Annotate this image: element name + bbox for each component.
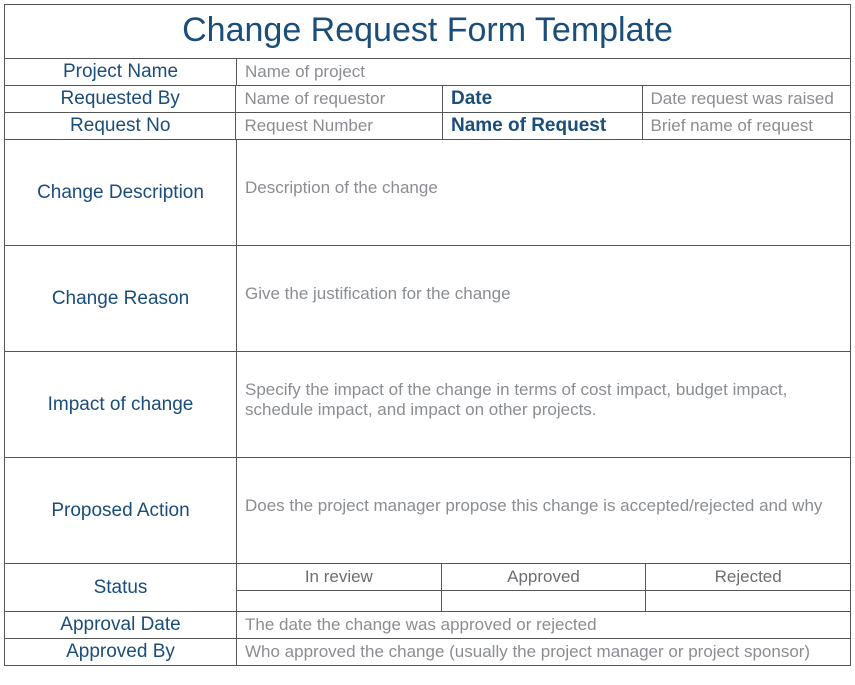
row-change-description: Change Description Description of the ch… bbox=[5, 140, 850, 246]
label-project-name: Project Name bbox=[5, 59, 237, 85]
label-request-no: Request No bbox=[5, 113, 236, 139]
status-option-rejected: Rejected bbox=[646, 564, 850, 590]
row-requested-by: Requested By Name of requestor Date Date… bbox=[5, 86, 850, 113]
row-request-no: Request No Request Number Name of Reques… bbox=[5, 113, 850, 140]
row-approved-by: Approved By Who approved the change (usu… bbox=[5, 639, 850, 665]
row-proposed-action: Proposed Action Does the project manager… bbox=[5, 458, 850, 564]
status-cell-in-review[interactable] bbox=[237, 591, 442, 611]
label-date: Date bbox=[443, 86, 643, 112]
value-date[interactable]: Date request was raised bbox=[643, 86, 851, 112]
label-impact: Impact of change bbox=[5, 352, 237, 457]
value-proposed-action[interactable]: Does the project manager propose this ch… bbox=[237, 458, 850, 563]
status-cell-approved[interactable] bbox=[442, 591, 647, 611]
label-change-reason: Change Reason bbox=[5, 246, 237, 351]
change-request-form: Change Request Form Template Project Nam… bbox=[4, 4, 851, 666]
label-change-description: Change Description bbox=[5, 140, 237, 245]
value-request-no[interactable]: Request Number bbox=[236, 113, 443, 139]
value-approval-date[interactable]: The date the change was approved or reje… bbox=[237, 612, 850, 638]
label-approval-date: Approval Date bbox=[5, 612, 237, 638]
value-project-name[interactable]: Name of project bbox=[237, 59, 850, 85]
label-requested-by: Requested By bbox=[5, 86, 236, 112]
value-impact[interactable]: Specify the impact of the change in term… bbox=[237, 352, 850, 457]
value-requested-by[interactable]: Name of requestor bbox=[236, 86, 443, 112]
status-cell-rejected[interactable] bbox=[646, 591, 850, 611]
status-option-in-review: In review bbox=[237, 564, 442, 590]
label-status: Status bbox=[5, 564, 237, 611]
value-approved-by[interactable]: Who approved the change (usually the pro… bbox=[237, 639, 850, 665]
label-approved-by: Approved By bbox=[5, 639, 237, 665]
form-title: Change Request Form Template bbox=[5, 5, 850, 59]
value-name-of-request[interactable]: Brief name of request bbox=[643, 113, 851, 139]
label-name-of-request: Name of Request bbox=[443, 113, 643, 139]
value-change-description[interactable]: Description of the change bbox=[237, 140, 850, 245]
value-change-reason[interactable]: Give the justification for the change bbox=[237, 246, 850, 351]
row-impact: Impact of change Specify the impact of t… bbox=[5, 352, 850, 458]
label-proposed-action: Proposed Action bbox=[5, 458, 237, 563]
row-project-name: Project Name Name of project bbox=[5, 59, 850, 86]
row-status: Status In review Approved Rejected bbox=[5, 564, 850, 612]
row-change-reason: Change Reason Give the justification for… bbox=[5, 246, 850, 352]
status-header-row: In review Approved Rejected bbox=[237, 564, 850, 591]
status-value-row bbox=[237, 591, 850, 611]
status-option-approved: Approved bbox=[442, 564, 647, 590]
row-approval-date: Approval Date The date the change was ap… bbox=[5, 612, 850, 639]
